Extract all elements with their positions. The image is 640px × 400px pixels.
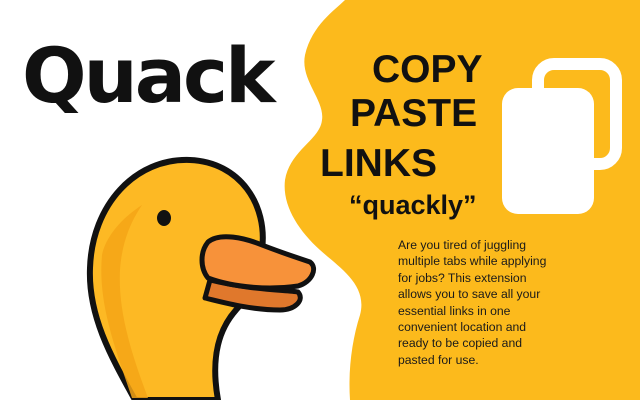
tagline: “quackly” <box>349 190 477 220</box>
headline-line-copy: COPY <box>372 48 483 91</box>
description-text: Are you tired of juggling multiple tabs … <box>398 238 547 367</box>
headline-line-paste: PASTE <box>350 92 478 135</box>
brand-logo-text: Quack <box>22 31 276 120</box>
copy-clipboard-icon <box>502 58 622 214</box>
headline-line-links: LINKS <box>320 142 437 185</box>
duck-head-icon <box>86 156 316 400</box>
